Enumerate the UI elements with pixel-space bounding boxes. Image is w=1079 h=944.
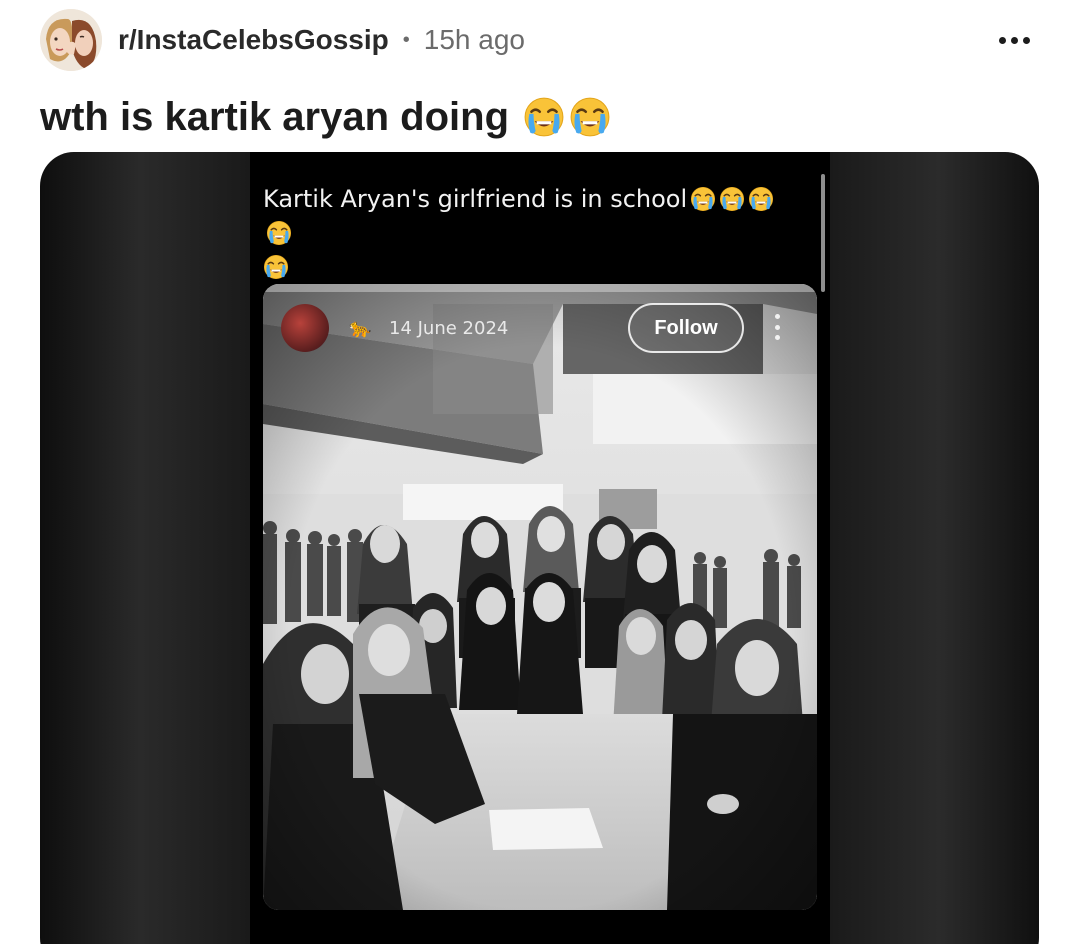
- loudly-crying-face-icon: [263, 254, 289, 280]
- loudly-crying-face-icon: [569, 96, 611, 138]
- more-vertical-icon: [773, 314, 781, 340]
- group-photo: [263, 284, 817, 910]
- screenshot-frame: Kartik Aryan's girlfriend is in school 🐆…: [250, 152, 830, 944]
- embedded-follow-button: Follow: [628, 303, 744, 353]
- subreddit-name[interactable]: r/InstaCelebsGossip: [118, 24, 389, 56]
- post-header: r/InstaCelebsGossip • 15h ago: [40, 8, 1040, 72]
- embedded-post-header: 🐆 14 June 2024 Follow: [263, 284, 817, 374]
- embedded-post-date: 14 June 2024: [389, 318, 509, 339]
- more-horizontal-icon[interactable]: [992, 22, 1036, 58]
- subreddit-avatar[interactable]: [40, 9, 102, 71]
- post-title[interactable]: wth is kartik aryan doing: [40, 92, 611, 142]
- embedded-photo[interactable]: 🐆 14 June 2024 Follow: [263, 284, 817, 910]
- separator-dot: •: [402, 28, 410, 51]
- loudly-crying-face-icon: [719, 186, 745, 212]
- embedded-avatar: [281, 304, 329, 352]
- leopard-icon: 🐆: [349, 318, 372, 338]
- scrollbar[interactable]: [821, 174, 825, 292]
- loudly-crying-face-icon: [690, 186, 716, 212]
- post-title-text: wth is kartik aryan doing: [40, 94, 510, 139]
- media-caption: Kartik Aryan's girlfriend is in school: [263, 182, 803, 284]
- media-caption-text: Kartik Aryan's girlfriend is in school: [263, 185, 688, 213]
- post-media[interactable]: Kartik Aryan's girlfriend is in school 🐆…: [40, 152, 1039, 944]
- loudly-crying-face-icon: [748, 186, 774, 212]
- post-timestamp: 15h ago: [423, 24, 525, 55]
- loudly-crying-face-icon: [523, 96, 565, 138]
- loudly-crying-face-icon: [266, 220, 292, 246]
